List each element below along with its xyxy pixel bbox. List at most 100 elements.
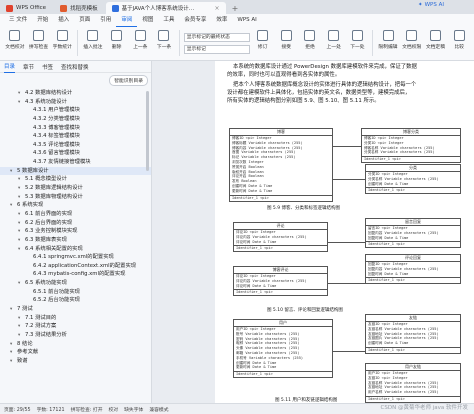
insert-comment-button[interactable]: 插入批注: [82, 30, 104, 50]
chevron-down-icon[interactable]: ▾: [18, 176, 25, 184]
chevron-down-icon[interactable]: ▾: [18, 99, 25, 107]
delete-comment-button[interactable]: 删除: [106, 30, 128, 50]
chevron-down-icon[interactable]: ▾: [18, 246, 25, 254]
tab-chapters[interactable]: 章节: [23, 63, 34, 71]
toc-item[interactable]: ▾ 5 数据库设计: [0, 166, 151, 176]
chevron-down-icon[interactable]: ▾: [18, 280, 25, 288]
spell-check-status[interactable]: 拼写检查: 打开: [71, 406, 103, 413]
toc-item[interactable]: 4.3.2 分类管理模块: [0, 115, 151, 124]
document-page[interactable]: 本系统的数据库设计通过 PowerDesign 数据库建模软件来完成，保证了数据…: [215, 61, 474, 403]
toc-item[interactable]: ▾ 4.3 系统功能设计: [0, 98, 151, 107]
chevron-down-icon[interactable]: ▾: [10, 202, 17, 210]
menu-file[interactable]: 三 文件: [4, 14, 32, 27]
chevron-down-icon[interactable]: ▾: [18, 185, 25, 193]
tab-wps-office[interactable]: WPS Office: [0, 2, 52, 14]
menu-tools[interactable]: 工具: [158, 14, 179, 27]
toc-item[interactable]: 6.5.2 后台功能实现: [0, 296, 151, 305]
toc-item[interactable]: 4.3.6 留言管理模块: [0, 149, 151, 158]
spell-check-button[interactable]: 拼写检查: [28, 30, 50, 50]
toc-item[interactable]: ▾ 6.3 数据库表实现: [0, 236, 151, 245]
accept-button[interactable]: 接受: [275, 30, 297, 50]
prev-comment-button[interactable]: 上一条: [129, 30, 151, 50]
toc-item[interactable]: ▾ 6.5 系统功能实现: [0, 279, 151, 288]
chevron-down-icon[interactable]: ▾: [10, 168, 17, 176]
chevron-down-icon[interactable]: ▾: [18, 237, 25, 245]
toc-item[interactable]: ▾ 5.1 概念模型设计: [0, 175, 151, 184]
chevron-down-icon[interactable]: ▾: [18, 315, 25, 323]
toc-item[interactable]: 6.4.1 springmvc.xml的配置实现: [0, 253, 151, 262]
tab-find-replace[interactable]: 查找和替换: [61, 63, 89, 71]
toc-item[interactable]: 6.4.2 applicationContext.xml的配置实现: [0, 262, 151, 271]
toc-item[interactable]: ▾ 6.2 后台界面的实现: [0, 219, 151, 228]
smart-toc-button[interactable]: 智能识别目录: [109, 75, 148, 86]
menu-efficiency[interactable]: 效率: [211, 14, 232, 27]
scrollbar[interactable]: [146, 91, 149, 171]
toc-item[interactable]: 4.3.4 标签管理模块: [0, 132, 151, 141]
tab-bookmarks[interactable]: 书签: [42, 63, 53, 71]
toc-item[interactable]: 4.3.1 用户管理模块: [0, 106, 151, 115]
show-markup-select[interactable]: 显示标记: [183, 45, 250, 54]
toc-item[interactable]: 4.3.5 评论管理模块: [0, 141, 151, 150]
toc-item[interactable]: 4.3.7 友情链接管理模块: [0, 158, 151, 167]
toc-item[interactable]: ▾ 7.1 测试目的: [0, 314, 151, 323]
next-change-button[interactable]: 下一处: [347, 30, 369, 50]
toc-item-label: 4.3.3 博客管理模块: [33, 124, 80, 131]
markup-state-select[interactable]: 显示标记的最终状态: [183, 33, 250, 42]
reject-button[interactable]: 拒绝: [299, 30, 321, 50]
chevron-down-icon[interactable]: ▾: [10, 341, 17, 349]
menu-member[interactable]: 会员专享: [179, 14, 211, 27]
finalize-button[interactable]: 文档定稿: [425, 30, 447, 50]
chevron-down-icon[interactable]: ▾: [10, 306, 17, 314]
toc-item[interactable]: ▾ 6.4 系统相关配置的实现: [0, 245, 151, 254]
tab-toc[interactable]: 目录: [4, 61, 16, 73]
tab-templates[interactable]: 找稻壳模板: [54, 2, 104, 14]
tab-document[interactable]: 基于JAVA个人博客系统设计… ×: [105, 2, 226, 14]
close-tab-icon[interactable]: ×: [215, 5, 220, 12]
toc-item[interactable]: 4.3.3 博客管理模块: [0, 124, 151, 133]
track-changes-button[interactable]: 修订: [252, 30, 274, 50]
chevron-down-icon[interactable]: ▾: [18, 332, 25, 340]
compare-button[interactable]: 比较: [448, 30, 470, 50]
chevron-down-icon[interactable]: ▾: [18, 220, 25, 228]
toc-item[interactable]: ▾ 致谢: [0, 357, 151, 366]
menu-insert[interactable]: 插入: [53, 14, 74, 27]
page-indicator[interactable]: 页面: 29/55: [4, 406, 31, 413]
toc-item[interactable]: ▾ 6.1 前台界面的实现: [0, 210, 151, 219]
toc-item[interactable]: ▾ 7 测试: [0, 305, 151, 314]
chevron-down-icon[interactable]: ▾: [18, 211, 25, 219]
menu-page[interactable]: 页面: [74, 14, 95, 27]
toc-item[interactable]: ▾ 4.2 数据库结构设计: [0, 89, 151, 98]
menu-wps-ai[interactable]: WPS AI: [232, 14, 261, 27]
chevron-down-icon[interactable]: ▾: [18, 323, 25, 331]
toc-item[interactable]: ▾ 参考文献: [0, 348, 151, 357]
new-tab-button[interactable]: +: [228, 2, 243, 14]
toc-item[interactable]: ▾ 7.3 测试结果分析: [0, 331, 151, 340]
toc-item[interactable]: ▾ 5.3 数据库物理结构设计: [0, 193, 151, 202]
chevron-down-icon[interactable]: ▾: [18, 228, 25, 236]
toc-item[interactable]: ▾ 7.2 测试方案: [0, 322, 151, 331]
proofread-status[interactable]: 校对: [109, 406, 119, 413]
toc-item[interactable]: ▾ 6 系统实现: [0, 201, 151, 210]
toc-item[interactable]: 6.5.1 前台功能实现: [0, 288, 151, 297]
missing-font-status[interactable]: 缺失字体: [124, 406, 143, 413]
next-comment-button[interactable]: 下一条: [153, 30, 175, 50]
toc-item[interactable]: ▾ 5.2 数据库逻辑结构设计: [0, 184, 151, 193]
menu-reference[interactable]: 引用: [95, 14, 116, 27]
toc-item[interactable]: ▾ 6.3 业务控制模块实现: [0, 227, 151, 236]
toc-item[interactable]: ▾ 8 结论: [0, 340, 151, 349]
toc-item[interactable]: 6.4.3 mybatis-config.xml的配置实现: [0, 270, 151, 279]
restrict-edit-button[interactable]: 限制编辑: [377, 30, 399, 50]
chevron-down-icon[interactable]: ▾: [10, 349, 17, 357]
word-count-button[interactable]: 字数统计: [51, 30, 73, 50]
word-count[interactable]: 字数: 17121: [37, 406, 65, 413]
prev-change-button[interactable]: 上一处: [323, 30, 345, 50]
menu-review[interactable]: 审阅: [116, 14, 138, 27]
chevron-down-icon[interactable]: ▾: [18, 194, 25, 202]
chevron-down-icon[interactable]: ▾: [18, 90, 25, 98]
proofread-button[interactable]: 文档校对: [4, 30, 26, 50]
menu-view[interactable]: 视图: [137, 14, 158, 27]
menu-home[interactable]: 开始: [32, 14, 53, 27]
wps-ai-button[interactable]: ✦ WPS AI: [418, 2, 444, 8]
chevron-down-icon[interactable]: ▾: [10, 358, 17, 366]
doc-permission-button[interactable]: 文档权限: [401, 30, 423, 50]
